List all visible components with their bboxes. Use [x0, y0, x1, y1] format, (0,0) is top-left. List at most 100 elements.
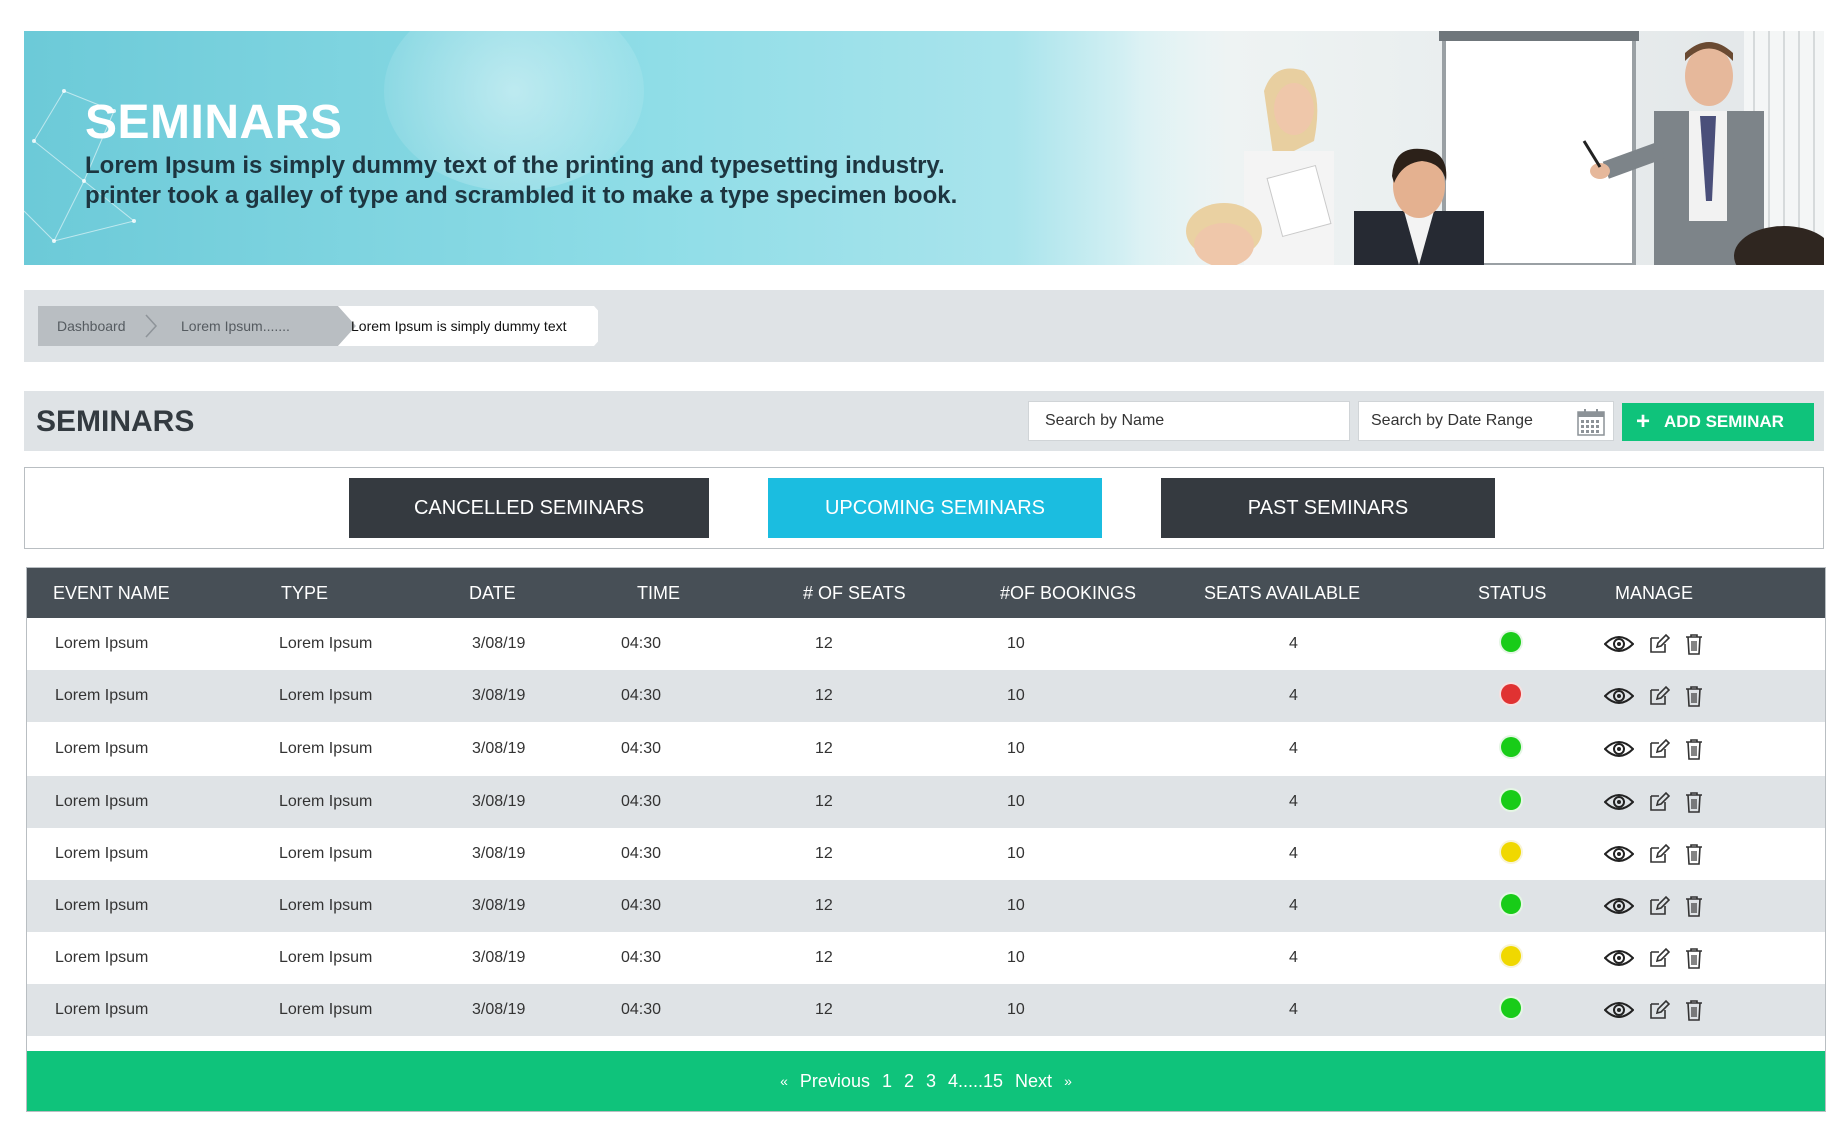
- cell-type: Lorem Ipsum: [279, 687, 373, 704]
- col-event-name[interactable]: EVENT NAME: [27, 568, 255, 618]
- pagination-previous[interactable]: Previous: [800, 1071, 870, 1092]
- cell-bookings: 10: [1007, 1001, 1025, 1018]
- cell-date: 3/08/19: [472, 793, 526, 810]
- eye-icon[interactable]: [1604, 948, 1634, 968]
- cell-bookings: 10: [1007, 845, 1025, 862]
- cell-seats-available: 4: [1289, 949, 1298, 966]
- search-date-range-input[interactable]: Search by Date Range: [1358, 401, 1614, 441]
- cell-status: [1440, 880, 1570, 932]
- eye-icon[interactable]: [1604, 896, 1634, 916]
- cell-type: Lorem Ipsum: [279, 635, 373, 652]
- trash-icon[interactable]: [1684, 947, 1704, 969]
- search-name-input[interactable]: Search by Name: [1028, 401, 1350, 441]
- table-header-row: EVENT NAME TYPE DATE TIME # OF SEATS #OF…: [27, 568, 1825, 618]
- cell-seats: 12: [815, 635, 833, 652]
- cell-bookings: 10: [1007, 687, 1025, 704]
- seminars-header: SEMINARS Search by Name Search by Date R…: [24, 391, 1824, 451]
- cell-manage: [1570, 618, 1825, 670]
- manage-actions: [1570, 895, 1825, 917]
- calendar-icon[interactable]: [1577, 408, 1605, 436]
- col-time[interactable]: TIME: [597, 568, 765, 618]
- trash-icon[interactable]: [1684, 738, 1704, 760]
- add-seminar-button[interactable]: + ADD SEMINAR: [1622, 403, 1814, 441]
- col-bookings[interactable]: #OF BOOKINGS: [960, 568, 1158, 618]
- col-type[interactable]: TYPE: [255, 568, 427, 618]
- manage-actions: [1570, 947, 1825, 969]
- eye-icon[interactable]: [1604, 739, 1634, 759]
- edit-icon[interactable]: [1648, 685, 1670, 707]
- cell-bookings: 10: [1007, 949, 1025, 966]
- chevron-right-icon[interactable]: »: [1064, 1073, 1072, 1089]
- cell-time: 04:30: [621, 740, 662, 757]
- cell-time: 04:30: [621, 845, 662, 862]
- cell-manage: [1570, 828, 1825, 880]
- edit-icon[interactable]: [1648, 738, 1670, 760]
- breadcrumb-item-lorem[interactable]: Lorem Ipsum.......: [181, 318, 290, 334]
- pagination-page-2[interactable]: 2: [904, 1071, 914, 1092]
- cell-manage: [1570, 670, 1825, 722]
- tab-upcoming-seminars[interactable]: UPCOMING SEMINARS: [768, 478, 1102, 538]
- edit-icon[interactable]: [1648, 999, 1670, 1021]
- col-seats-available[interactable]: SEATS AVAILABLE: [1158, 568, 1440, 618]
- cell-time: 04:30: [621, 687, 662, 704]
- table-row: Lorem Ipsum Lorem Ipsum 3/08/19 04:30 12 10 4: [27, 932, 1825, 984]
- edit-icon[interactable]: [1648, 843, 1670, 865]
- cell-event-name: Lorem Ipsum: [55, 687, 149, 704]
- cell-seats-available: 4: [1289, 740, 1298, 757]
- col-manage: MANAGE: [1615, 582, 1694, 603]
- status-indicator-green: [1501, 893, 1521, 914]
- cell-manage: [1570, 776, 1825, 828]
- cell-time: 04:30: [621, 635, 662, 652]
- trash-icon[interactable]: [1684, 895, 1704, 917]
- edit-icon[interactable]: [1648, 895, 1670, 917]
- col-seats[interactable]: # OF SEATS: [765, 568, 960, 618]
- cell-bookings: 10: [1007, 897, 1025, 914]
- trash-icon[interactable]: [1684, 685, 1704, 707]
- cell-bookings: 10: [1007, 740, 1025, 757]
- breadcrumb-item-dashboard[interactable]: Dashboard: [57, 318, 126, 334]
- trash-icon[interactable]: [1684, 999, 1704, 1021]
- banner-subtitle: Lorem Ipsum is simply dummy text of the …: [85, 151, 957, 211]
- cell-manage: [1570, 880, 1825, 932]
- edit-icon[interactable]: [1648, 947, 1670, 969]
- tab-past-seminars[interactable]: PAST SEMINARS: [1161, 478, 1495, 538]
- trash-icon[interactable]: [1684, 791, 1704, 813]
- trash-icon[interactable]: [1684, 843, 1704, 865]
- cell-event-name: Lorem Ipsum: [55, 949, 149, 966]
- cell-event-name: Lorem Ipsum: [55, 635, 149, 652]
- status-indicator-yellow: [1501, 945, 1521, 966]
- eye-icon[interactable]: [1604, 686, 1634, 706]
- seminar-photo: [1124, 31, 1824, 265]
- cell-status: [1440, 618, 1570, 670]
- cell-type: Lorem Ipsum: [279, 949, 373, 966]
- col-status[interactable]: STATUS: [1440, 568, 1570, 618]
- chevron-left-icon[interactable]: «: [780, 1073, 788, 1089]
- cell-type: Lorem Ipsum: [279, 793, 373, 810]
- eye-icon[interactable]: [1604, 844, 1634, 864]
- eye-icon[interactable]: [1604, 792, 1634, 812]
- tab-cancelled-seminars[interactable]: CANCELLED SEMINARS: [349, 478, 709, 538]
- cell-type: Lorem Ipsum: [279, 740, 373, 757]
- seminars-table: EVENT NAME TYPE DATE TIME # OF SEATS #OF…: [27, 568, 1825, 1036]
- cell-seats: 12: [815, 897, 833, 914]
- pagination-page-range[interactable]: 4.....15: [948, 1071, 1003, 1092]
- cell-time: 04:30: [621, 793, 662, 810]
- cell-seats: 12: [815, 949, 833, 966]
- pagination-next[interactable]: Next: [1015, 1071, 1052, 1092]
- col-date[interactable]: DATE: [427, 568, 597, 618]
- cell-seats-available: 4: [1289, 793, 1298, 810]
- eye-icon[interactable]: [1604, 634, 1634, 654]
- status-indicator-red: [1501, 683, 1521, 704]
- eye-icon[interactable]: [1604, 1000, 1634, 1020]
- seminar-tabs: CANCELLED SEMINARS UPCOMING SEMINARS PAS…: [24, 467, 1824, 549]
- pagination-page-1[interactable]: 1: [882, 1071, 892, 1092]
- cell-bookings: 10: [1007, 635, 1025, 652]
- cell-type: Lorem Ipsum: [279, 897, 373, 914]
- page-title: SEMINARS: [36, 405, 195, 438]
- pagination-page-3[interactable]: 3: [926, 1071, 936, 1092]
- cell-seats-available: 4: [1289, 1001, 1298, 1018]
- edit-icon[interactable]: [1648, 791, 1670, 813]
- table-row: Lorem Ipsum Lorem Ipsum 3/08/19 04:30 12 10 4: [27, 618, 1825, 670]
- trash-icon[interactable]: [1684, 633, 1704, 655]
- edit-icon[interactable]: [1648, 633, 1670, 655]
